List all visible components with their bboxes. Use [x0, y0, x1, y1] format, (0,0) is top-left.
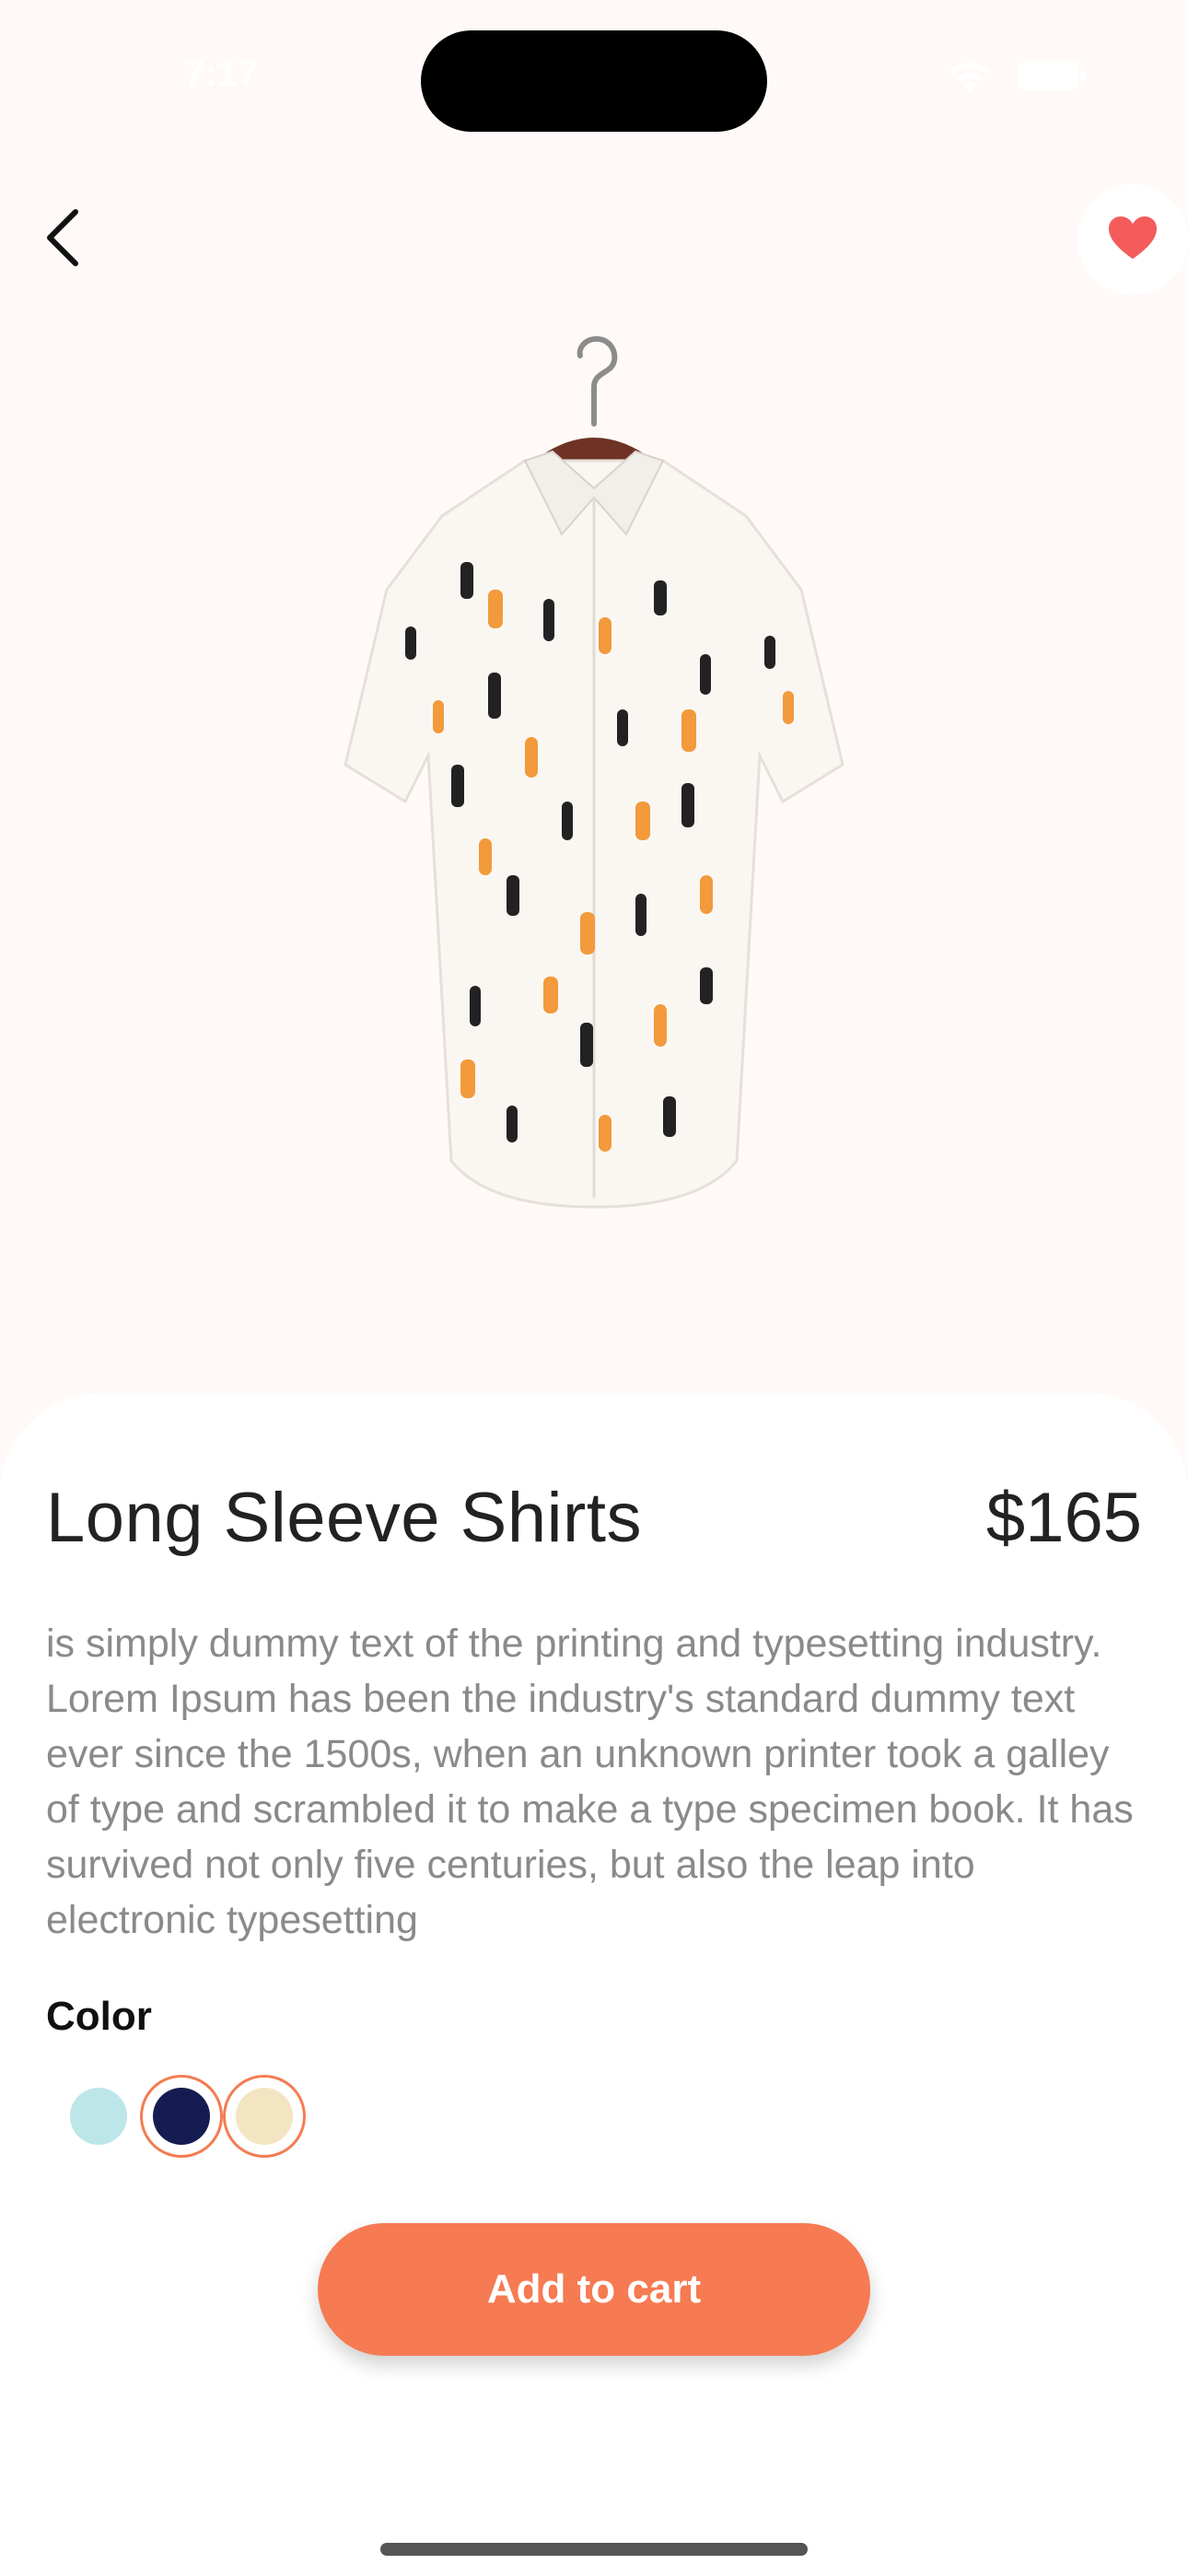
product-title: Long Sleeve Shirts — [46, 1479, 642, 1557]
swatch-fill — [236, 2088, 293, 2145]
swatch-fill — [153, 2088, 210, 2145]
product-detail-screen: 7:17 Long Sleeve Shirts $165 is simply d… — [0, 0, 1188, 2576]
swatch-fill — [70, 2088, 127, 2145]
product-image — [267, 322, 921, 1299]
product-price: $165 — [985, 1479, 1142, 1557]
add-to-cart-button[interactable]: Add to cart — [318, 2223, 870, 2356]
wifi-icon — [945, 57, 995, 94]
dynamic-island — [421, 30, 767, 132]
color-swatch-cream[interactable] — [223, 2075, 306, 2158]
home-indicator — [380, 2543, 808, 2556]
color-swatch-navy[interactable] — [140, 2075, 223, 2158]
favorite-button[interactable] — [1077, 184, 1188, 295]
product-description: is simply dummy text of the printing and… — [46, 1622, 1134, 1942]
status-icons — [945, 57, 1087, 94]
color-swatches — [57, 2075, 306, 2158]
battery-icon — [1017, 59, 1087, 92]
status-time: 7:17 — [183, 53, 259, 94]
color-swatch-light-blue[interactable] — [57, 2075, 140, 2158]
chevron-left-icon — [42, 208, 83, 272]
color-label: Color — [46, 1994, 152, 2039]
back-button[interactable] — [33, 203, 92, 276]
heart-icon — [1107, 215, 1159, 265]
product-details-panel — [0, 1393, 1188, 2576]
